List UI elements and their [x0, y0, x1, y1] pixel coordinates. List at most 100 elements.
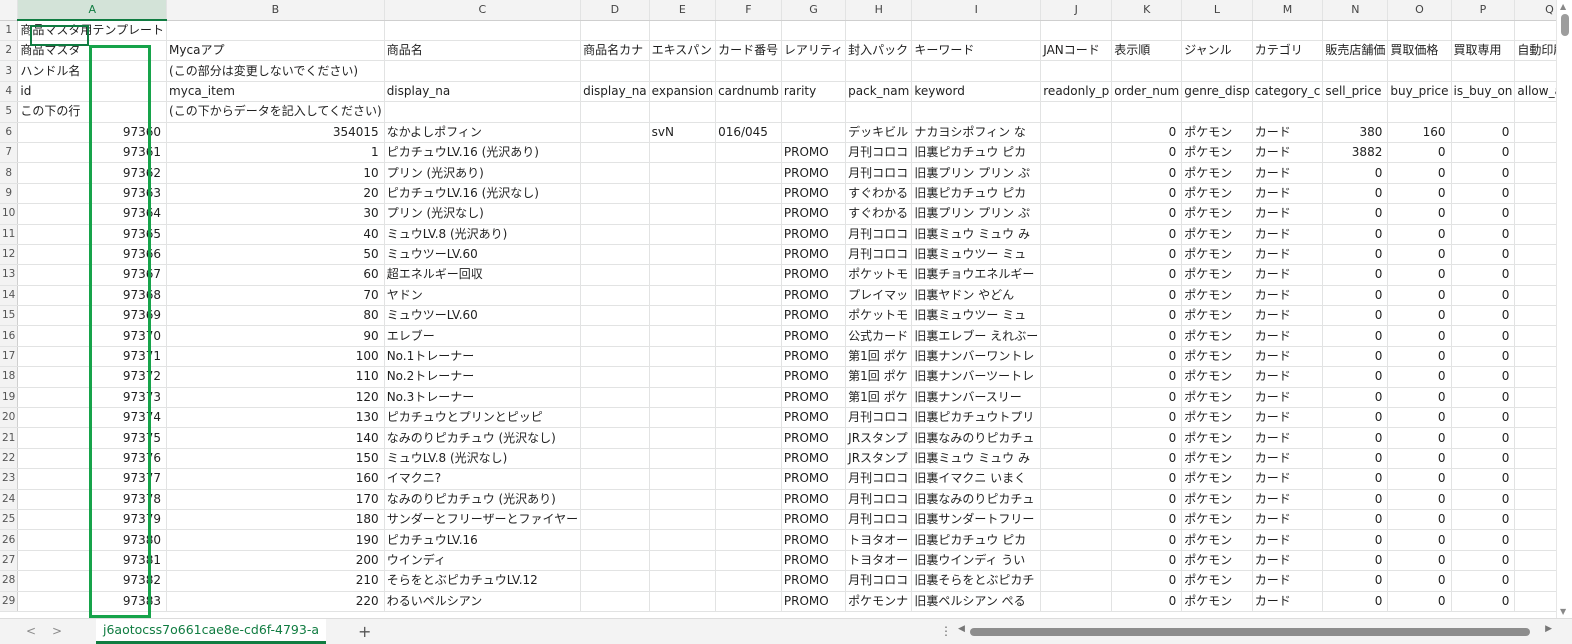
- cell-l16[interactable]: ポケモン: [1181, 325, 1253, 347]
- cell-b8[interactable]: 10: [166, 162, 385, 184]
- cell-j7[interactable]: [1040, 142, 1113, 164]
- cell-a1[interactable]: 商品マスタ用テンプレート: [17, 20, 168, 41]
- cell-m23[interactable]: カード: [1252, 468, 1324, 490]
- cell-n11[interactable]: 0: [1322, 224, 1389, 245]
- cell-a4[interactable]: id: [17, 81, 168, 103]
- cell-o17[interactable]: 0: [1387, 346, 1452, 368]
- cell-q23[interactable]: 1: [1514, 468, 1556, 490]
- cell-b5[interactable]: (この下からデータを記入してください): [166, 101, 385, 123]
- cell-j9[interactable]: [1040, 183, 1113, 205]
- cell-e11[interactable]: [649, 224, 717, 245]
- cell-a12[interactable]: 97366: [17, 244, 168, 266]
- cell-m12[interactable]: カード: [1252, 244, 1324, 266]
- cell-g28[interactable]: PROMO: [781, 570, 847, 592]
- cell-h22[interactable]: JRスタンプ: [845, 448, 913, 470]
- cell-j13[interactable]: [1040, 264, 1113, 286]
- cell-d23[interactable]: [580, 468, 650, 490]
- cell-h16[interactable]: 公式カード: [845, 325, 913, 347]
- cell-a22[interactable]: 97376: [17, 448, 168, 470]
- cell-a24[interactable]: 97378: [17, 489, 168, 510]
- cell-k2[interactable]: 表示順: [1111, 40, 1183, 62]
- cell-e5[interactable]: [649, 101, 717, 123]
- cell-i17[interactable]: 旧裏ナンバーワントレ: [911, 346, 1042, 368]
- cell-p15[interactable]: 0: [1451, 305, 1516, 327]
- cell-c10[interactable]: プリン (光沢なし): [384, 203, 582, 225]
- cell-p3[interactable]: [1451, 60, 1516, 82]
- row-header[interactable]: 4: [0, 81, 19, 103]
- cell-d2[interactable]: 商品名カナ: [580, 40, 650, 62]
- cell-k29[interactable]: 0: [1111, 591, 1183, 612]
- cell-i1[interactable]: [911, 20, 1042, 41]
- cell-b14[interactable]: 70: [166, 285, 385, 307]
- scroll-down-icon[interactable]: ▼: [1560, 607, 1566, 616]
- cell-k8[interactable]: 0: [1111, 162, 1183, 184]
- cell-l4[interactable]: genre_disp: [1181, 81, 1253, 103]
- cell-i6[interactable]: ナカヨシポフィン な: [911, 122, 1042, 143]
- cell-a19[interactable]: 97373: [17, 387, 168, 409]
- cell-o10[interactable]: 0: [1387, 203, 1452, 225]
- cell-o15[interactable]: 0: [1387, 305, 1452, 327]
- cell-f9[interactable]: [715, 183, 782, 205]
- cell-f25[interactable]: [715, 509, 782, 531]
- cell-p27[interactable]: 0: [1451, 550, 1516, 572]
- column-header-h[interactable]: H: [845, 0, 913, 21]
- cell-l9[interactable]: ポケモン: [1181, 183, 1253, 205]
- cell-b29[interactable]: 220: [166, 591, 385, 612]
- cell-o19[interactable]: 0: [1387, 387, 1452, 409]
- cell-k18[interactable]: 0: [1111, 366, 1183, 388]
- cell-j14[interactable]: [1040, 285, 1113, 307]
- cell-q4[interactable]: allow_auto: [1514, 81, 1556, 103]
- cell-a27[interactable]: 97381: [17, 550, 168, 572]
- row-header[interactable]: 2: [0, 40, 19, 62]
- cell-o29[interactable]: 0: [1387, 591, 1452, 612]
- cell-o13[interactable]: 0: [1387, 264, 1452, 286]
- cell-h3[interactable]: [845, 60, 913, 82]
- cell-l3[interactable]: [1181, 60, 1253, 82]
- column-header-j[interactable]: J: [1040, 0, 1113, 21]
- cell-a3[interactable]: ハンドル名: [17, 60, 168, 82]
- cell-p26[interactable]: 0: [1451, 529, 1516, 551]
- cell-i12[interactable]: 旧裏ミュウツー ミュ: [911, 244, 1042, 266]
- cell-e29[interactable]: [649, 591, 717, 612]
- cell-f5[interactable]: [715, 101, 782, 123]
- cell-i10[interactable]: 旧裏プリン プリン ぷ: [911, 203, 1042, 225]
- cell-l11[interactable]: ポケモン: [1181, 224, 1253, 245]
- cell-l15[interactable]: ポケモン: [1181, 305, 1253, 327]
- column-header-n[interactable]: N: [1322, 0, 1389, 21]
- row-header[interactable]: 26: [0, 529, 19, 551]
- cell-b6[interactable]: 354015: [166, 122, 385, 143]
- cell-k13[interactable]: 0: [1111, 264, 1183, 286]
- cell-q21[interactable]: 1: [1514, 427, 1556, 449]
- row-header[interactable]: 16: [0, 325, 19, 347]
- cell-e24[interactable]: [649, 489, 717, 510]
- cell-g22[interactable]: PROMO: [781, 448, 847, 470]
- row-header[interactable]: 28: [0, 570, 19, 592]
- cell-q10[interactable]: 1: [1514, 203, 1556, 225]
- cell-j29[interactable]: [1040, 591, 1113, 612]
- cell-p17[interactable]: 0: [1451, 346, 1516, 368]
- cell-k27[interactable]: 0: [1111, 550, 1183, 572]
- cell-q15[interactable]: 1: [1514, 305, 1556, 327]
- cell-l14[interactable]: ポケモン: [1181, 285, 1253, 307]
- cell-l20[interactable]: ポケモン: [1181, 407, 1253, 429]
- cell-l2[interactable]: ジャンル: [1181, 40, 1253, 62]
- cell-a8[interactable]: 97362: [17, 162, 168, 184]
- cell-c1[interactable]: [384, 20, 582, 41]
- cell-p9[interactable]: 0: [1451, 183, 1516, 205]
- cell-f24[interactable]: [715, 489, 782, 510]
- cell-j5[interactable]: [1040, 101, 1113, 123]
- cell-d7[interactable]: [580, 142, 650, 164]
- cell-l10[interactable]: ポケモン: [1181, 203, 1253, 225]
- cell-q22[interactable]: 1: [1514, 448, 1556, 470]
- cell-l7[interactable]: ポケモン: [1181, 142, 1253, 164]
- cell-j17[interactable]: [1040, 346, 1113, 368]
- cell-m7[interactable]: カード: [1252, 142, 1324, 164]
- column-header-a[interactable]: A: [17, 0, 168, 21]
- cell-p18[interactable]: 0: [1451, 366, 1516, 388]
- cell-e22[interactable]: [649, 448, 717, 470]
- cell-c28[interactable]: そらをとぶピカチュウLV.12: [384, 570, 582, 592]
- cell-n5[interactable]: [1322, 101, 1389, 123]
- row-header[interactable]: 19: [0, 387, 19, 409]
- cell-h11[interactable]: 月刊コロコ: [845, 224, 913, 245]
- cell-f11[interactable]: [715, 224, 782, 245]
